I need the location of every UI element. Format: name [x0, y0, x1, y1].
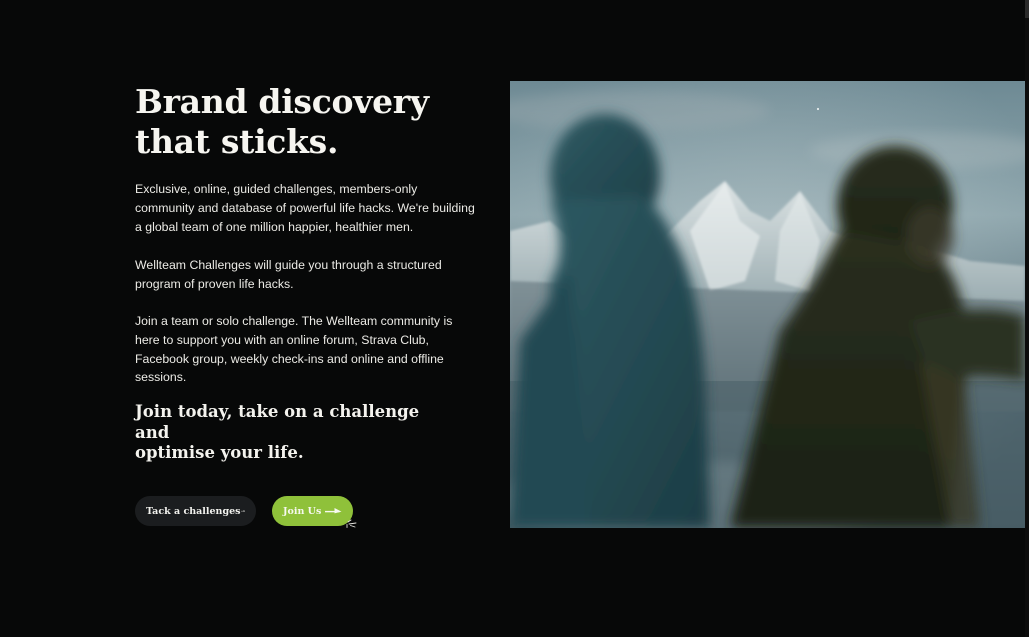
hero-headline: Brand discovery that sticks. [135, 82, 475, 162]
arrow-right-icon [325, 508, 342, 514]
headline-line-1: Brand discovery [135, 82, 429, 121]
subheading-line-1: Join today, take on a challenge and [135, 402, 420, 442]
hero-photo [510, 81, 1025, 528]
join-us-label: Join Us [283, 505, 322, 517]
intro-paragraph: Exclusive, online, guided challenges, me… [135, 182, 475, 234]
hero-section: Brand discovery that sticks. Exclusive, … [0, 0, 1029, 637]
headline-line-2: that sticks. [135, 122, 339, 161]
subheading-line-2: optimise your life. [135, 443, 304, 462]
call-to-action-heading: Join today, take on a challenge and opti… [135, 402, 435, 464]
scrollbar-thumb[interactable] [1025, 0, 1029, 18]
take-challenge-label: Tack a challenges [146, 505, 241, 517]
page-right-edge [1025, 0, 1029, 637]
click-spark-icon [346, 519, 357, 528]
take-challenge-button[interactable]: Tack a challenges [135, 496, 256, 526]
join-us-button[interactable]: Join Us [272, 496, 353, 526]
community-paragraph: Join a team or solo challenge. The Wellt… [135, 314, 453, 385]
program-paragraph: Wellteam Challenges will guide you throu… [135, 258, 442, 291]
arrow-right-icon [240, 510, 245, 512]
